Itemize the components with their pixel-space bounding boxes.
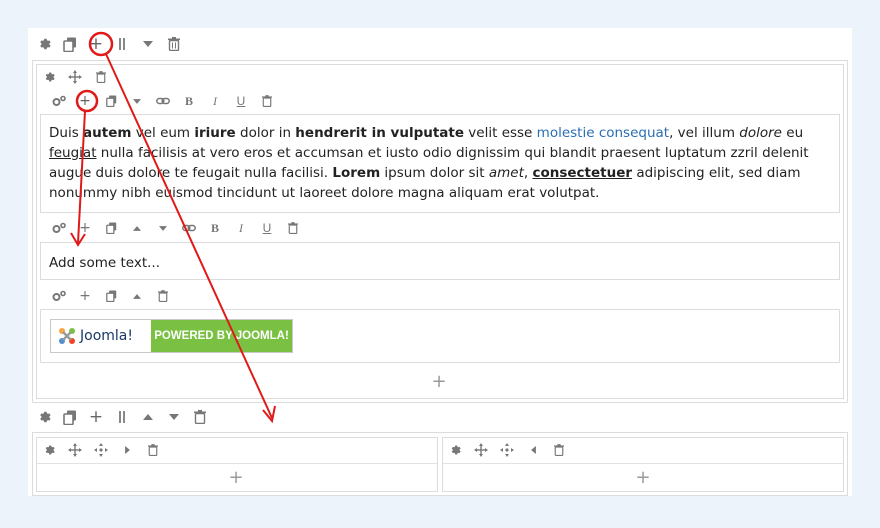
trash-icon[interactable] — [546, 440, 572, 460]
gear-icon[interactable] — [36, 440, 62, 460]
gear-icon[interactable] — [31, 405, 57, 429]
caret-up-icon[interactable] — [124, 286, 150, 306]
trash-icon[interactable] — [140, 440, 166, 460]
text-block-toolbar: + B I U — [46, 91, 280, 111]
column-add-element-button[interactable]: + — [431, 371, 447, 392]
text-link[interactable]: molestie consequat — [537, 125, 669, 141]
copy-icon[interactable] — [98, 91, 124, 111]
placeholder-text-block[interactable]: Add some text... — [40, 242, 840, 280]
underline-icon[interactable]: U — [228, 91, 254, 111]
left-column-add-button[interactable]: + — [228, 467, 244, 488]
copy-icon[interactable] — [98, 286, 124, 306]
add-element-plus-icon[interactable]: + — [72, 286, 98, 306]
joomla-badge-label-bg: POWERED BY JOOMLA! — [151, 320, 292, 352]
joomla-badge: Joomla! POWERED BY JOOMLA! — [50, 319, 293, 353]
add-element-plus-icon[interactable]: + — [72, 91, 98, 111]
text-block-content: Duis autem vel eum iriure dolor in hendr… — [49, 125, 809, 201]
joomla-logo-text: Joomla! — [80, 328, 133, 344]
columns-icon[interactable] — [109, 405, 135, 429]
link-icon[interactable] — [176, 218, 202, 238]
text-block[interactable]: Duis autem vel eum iriure dolor in hendr… — [40, 114, 840, 213]
gear-icon[interactable] — [31, 32, 57, 56]
caret-down-icon[interactable] — [150, 218, 176, 238]
right-column-divider — [443, 463, 843, 464]
bold-icon[interactable]: B — [176, 91, 202, 111]
trash-icon[interactable] — [150, 286, 176, 306]
italic-icon[interactable]: I — [228, 218, 254, 238]
caret-right-icon[interactable] — [114, 440, 140, 460]
copy-icon[interactable] — [57, 32, 83, 56]
add-row-plus-icon[interactable]: + — [83, 405, 109, 429]
caret-up-icon[interactable] — [135, 405, 161, 429]
left-column-divider — [37, 463, 437, 464]
gear-icon[interactable] — [36, 67, 62, 87]
image-block-toolbar: + — [46, 286, 176, 306]
joomla-badge-label: POWERED BY JOOMLA! — [154, 330, 289, 342]
trash-icon[interactable] — [88, 67, 114, 87]
move-icon[interactable] — [468, 440, 494, 460]
column-toolbar — [36, 67, 114, 87]
bold-icon[interactable]: B — [202, 218, 228, 238]
placeholder-block-toolbar: + B I U — [46, 218, 306, 238]
trash-icon[interactable] — [280, 218, 306, 238]
row2-toolbar: + — [31, 405, 213, 429]
copy-icon[interactable] — [98, 218, 124, 238]
italic-icon[interactable]: I — [202, 91, 228, 111]
gear-icon[interactable] — [442, 440, 468, 460]
gears-icon[interactable] — [46, 286, 72, 306]
move-icon[interactable] — [62, 67, 88, 87]
joomla-logo: Joomla! — [51, 320, 151, 352]
right-column-add-button[interactable]: + — [635, 467, 651, 488]
trash-icon[interactable] — [254, 91, 280, 111]
add-row-plus-icon[interactable]: + — [83, 32, 109, 56]
left-column-toolbar — [36, 440, 166, 460]
caret-down-icon[interactable] — [124, 91, 150, 111]
joomla-logo-mark — [59, 328, 75, 344]
row1-toolbar: + — [31, 32, 187, 56]
caret-down-icon[interactable] — [135, 32, 161, 56]
link-icon[interactable] — [150, 91, 176, 111]
gears-icon[interactable] — [46, 218, 72, 238]
gears-icon[interactable] — [46, 91, 72, 111]
copy-icon[interactable] — [57, 405, 83, 429]
resize-icon[interactable] — [494, 440, 520, 460]
right-column-toolbar — [442, 440, 572, 460]
caret-down-icon[interactable] — [161, 405, 187, 429]
trash-icon[interactable] — [161, 32, 187, 56]
underline-icon[interactable]: U — [254, 218, 280, 238]
placeholder-text: Add some text... — [49, 255, 160, 271]
add-element-plus-icon[interactable]: + — [72, 218, 98, 238]
resize-icon[interactable] — [88, 440, 114, 460]
caret-up-icon[interactable] — [124, 218, 150, 238]
caret-left-icon[interactable] — [520, 440, 546, 460]
move-icon[interactable] — [62, 440, 88, 460]
columns-icon[interactable] — [109, 32, 135, 56]
trash-icon[interactable] — [187, 405, 213, 429]
